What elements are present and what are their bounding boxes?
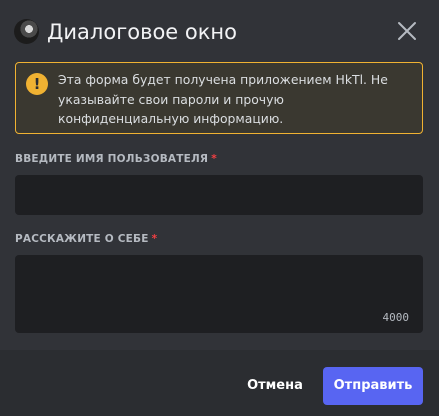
exclamation-icon: ! — [26, 73, 48, 95]
close-button[interactable] — [394, 18, 420, 44]
app-avatar-icon — [14, 19, 39, 44]
username-input[interactable] — [15, 175, 423, 215]
username-label-text: Введите имя пользователя — [15, 153, 209, 165]
character-counter: 4000 — [382, 311, 410, 324]
close-icon — [398, 22, 416, 40]
modal-dialog: Диалоговое окно ! Эта форма будет получе… — [0, 0, 439, 416]
warning-banner: ! Эта форма будет получена приложением H… — [15, 62, 423, 134]
username-label: Введите имя пользователя * — [15, 153, 217, 165]
about-textarea[interactable]: 4000 — [15, 255, 423, 333]
dialog-header: Диалоговое окно — [0, 0, 439, 60]
dialog-footer: Отмена Отправить — [0, 350, 439, 416]
cancel-button[interactable]: Отмена — [238, 368, 312, 404]
dialog-title: Диалоговое окно — [47, 20, 238, 44]
required-mark: * — [211, 153, 217, 165]
submit-button[interactable]: Отправить — [323, 367, 423, 405]
required-mark: * — [151, 233, 158, 245]
about-label: Расскажите о себе * — [15, 233, 157, 245]
about-label-text: Расскажите о себе — [15, 233, 149, 245]
warning-text: Эта форма будет получена приложением HkT… — [58, 72, 388, 126]
